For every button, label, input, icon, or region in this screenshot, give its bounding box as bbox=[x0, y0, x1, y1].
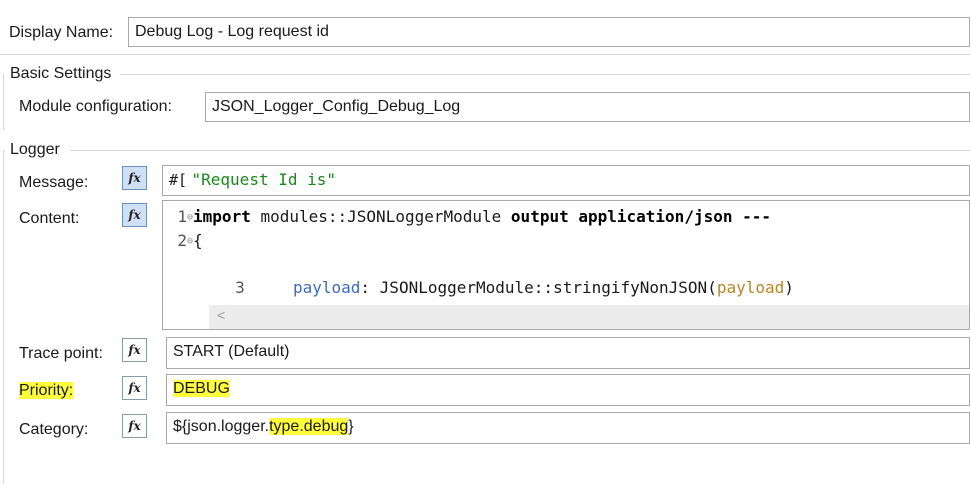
scroll-left-arrow-icon[interactable]: < bbox=[217, 307, 225, 323]
message-label: Message: bbox=[19, 174, 89, 191]
category-fx-button[interactable]: fx bbox=[122, 414, 147, 438]
basic-settings-divider bbox=[0, 54, 970, 55]
message-value: "Request Id is" bbox=[191, 170, 337, 189]
message-prefix: #[ bbox=[169, 171, 188, 189]
content-fx-button[interactable]: fx bbox=[122, 203, 147, 227]
module-config-label: Module configuration: bbox=[19, 98, 172, 115]
horizontal-scrollbar[interactable]: < bbox=[209, 305, 969, 329]
code-variable: payload bbox=[716, 278, 785, 297]
priority-label: Priority: bbox=[19, 381, 74, 401]
content-editor[interactable]: 1⊖import modules::JSONLoggerModule outpu… bbox=[162, 200, 970, 366]
code-line-1: 1⊖import modules::JSONLoggerModule outpu… bbox=[165, 205, 794, 229]
code-text: application/json --- bbox=[568, 207, 772, 226]
code-keyword: output bbox=[510, 207, 569, 226]
category-value-highlight: type.debug bbox=[269, 418, 349, 435]
message-input[interactable]: #[ "Request Id is" bbox=[162, 165, 970, 196]
basic-settings-side bbox=[3, 74, 4, 130]
category-value-prefix: ${json.logger. bbox=[173, 418, 270, 435]
trace-point-fx-button[interactable]: fx bbox=[122, 338, 147, 362]
logger-title: Logger bbox=[10, 140, 64, 160]
code-text: { bbox=[193, 231, 203, 250]
trace-point-select[interactable]: START (Default) bbox=[166, 337, 970, 369]
basic-settings-border bbox=[120, 74, 970, 75]
category-input[interactable]: ${json.logger.type.debug} bbox=[166, 412, 970, 444]
display-name-input[interactable]: Debug Log - Log request id bbox=[128, 17, 970, 47]
priority-fx-button[interactable]: fx bbox=[122, 376, 147, 400]
content-label: Content: bbox=[19, 210, 80, 227]
line-number: 1 bbox=[177, 207, 187, 226]
message-fx-button[interactable]: fx bbox=[122, 166, 147, 190]
code-identifier: payload bbox=[292, 278, 361, 297]
priority-label-text: Priority: bbox=[19, 382, 74, 399]
category-label: Category: bbox=[19, 421, 89, 438]
code-text: ) bbox=[784, 278, 794, 297]
basic-settings-title: Basic Settings bbox=[10, 64, 116, 84]
logger-side bbox=[3, 150, 4, 484]
priority-value: DEBUG bbox=[173, 380, 230, 397]
priority-select[interactable]: DEBUG bbox=[166, 374, 970, 406]
display-name-label: Display Name: bbox=[9, 24, 114, 41]
code-text: : JSONLoggerModule::stringifyNonJSON( bbox=[360, 278, 717, 297]
category-value-suffix: } bbox=[348, 418, 354, 435]
code-text: modules::JSONLoggerModule bbox=[250, 207, 511, 226]
code-line-2: 2⊖{ bbox=[165, 229, 794, 253]
trace-point-label: Trace point: bbox=[19, 345, 103, 362]
line-number: 2 bbox=[177, 231, 187, 250]
logger-border bbox=[70, 150, 970, 151]
module-config-input[interactable]: JSON_Logger_Config_Debug_Log bbox=[205, 92, 970, 122]
line-number: 3 bbox=[235, 278, 245, 297]
code-keyword: import bbox=[193, 207, 251, 226]
